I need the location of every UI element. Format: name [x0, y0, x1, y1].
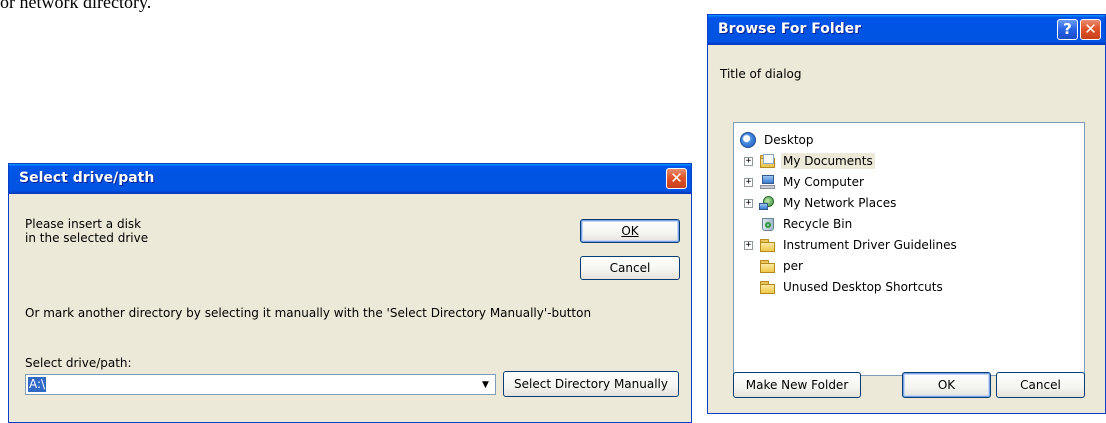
cancel-button[interactable]: Cancel [580, 256, 680, 280]
drive-path-value: A:\ [28, 377, 47, 392]
cancel-button-label: Cancel [609, 261, 651, 275]
make-new-folder-button[interactable]: Make New Folder [733, 372, 861, 398]
tree-item-label: Desktop [764, 133, 814, 147]
ok-button-label: OK [937, 378, 956, 392]
close-button[interactable]: ✕ [1080, 19, 1101, 40]
folder-icon [759, 258, 777, 274]
tree-item-desktop[interactable]: Desktop [740, 130, 816, 150]
select-drive-path-dialog: Select drive/path ✕ Please insert a disk… [8, 163, 692, 423]
background-document-text: or network directory. [0, 0, 152, 12]
tree-item-unused-desktop-shortcuts[interactable]: Unused Desktop Shortcuts [744, 277, 945, 297]
tree-item-label: Recycle Bin [783, 217, 853, 231]
recycle-bin-icon [759, 216, 777, 232]
tree-item-my-computer[interactable]: + My Computer [744, 172, 866, 192]
folder-icon [759, 237, 777, 253]
tree-item-label: My Computer [783, 175, 864, 189]
dialog-title: Select drive/path [19, 170, 155, 186]
ok-button[interactable]: OK [580, 219, 680, 243]
tree-item-label: Instrument Driver Guidelines [783, 238, 957, 252]
dialog-title: Browse For Folder [718, 21, 862, 37]
my-computer-icon [759, 174, 777, 190]
tree-item-label: per [783, 259, 803, 273]
dropdown-arrow-icon[interactable]: ▼ [477, 376, 494, 393]
tree-item-label: My Documents [781, 153, 875, 169]
make-new-folder-label: Make New Folder [745, 378, 849, 392]
network-places-icon [759, 195, 777, 211]
tree-item-label: Unused Desktop Shortcuts [783, 280, 943, 294]
path-label: Select drive/path: [25, 356, 132, 370]
tree-item-my-documents[interactable]: + My Documents [744, 151, 875, 171]
ok-button-label: OK [621, 224, 639, 238]
insert-disk-message-line1: Please insert a disk [25, 217, 142, 231]
tree-item-instrument-driver-guidelines[interactable]: + Instrument Driver Guidelines [744, 235, 959, 255]
cancel-button-label: Cancel [1020, 378, 1061, 392]
my-documents-icon [759, 153, 777, 169]
select-directory-manually-button[interactable]: Select Directory Manually [503, 371, 679, 397]
expand-icon[interactable]: + [744, 240, 753, 250]
cancel-button[interactable]: Cancel [996, 372, 1085, 398]
close-icon: ✕ [1084, 20, 1097, 38]
expand-icon[interactable]: + [744, 177, 753, 187]
tree-item-per[interactable]: per [744, 256, 805, 276]
expand-icon[interactable]: + [744, 198, 753, 208]
insert-disk-message-line2: in the selected drive [25, 231, 149, 245]
folder-tree[interactable]: Desktop + My Documents + My Computer + M… [733, 122, 1085, 376]
expand-icon[interactable]: + [744, 156, 753, 166]
browse-for-folder-dialog: Browse For Folder ? ✕ Title of dialog De… [707, 14, 1106, 414]
dialog-subtitle: Title of dialog [720, 67, 802, 81]
close-button[interactable]: ✕ [666, 168, 687, 189]
drive-path-combobox[interactable]: A:\ ▼ [25, 374, 496, 395]
close-icon: ✕ [670, 169, 683, 187]
tree-item-label: My Network Places [783, 196, 897, 210]
select-directory-manually-label: Select Directory Manually [514, 377, 668, 391]
instruction-text: Or mark another directory by selecting i… [25, 306, 592, 320]
folder-icon [759, 279, 777, 295]
title-bar[interactable]: Select drive/path ✕ [9, 164, 691, 194]
tree-item-recycle-bin[interactable]: Recycle Bin [744, 214, 854, 234]
help-button[interactable]: ? [1057, 19, 1078, 40]
title-bar[interactable]: Browse For Folder ? ✕ [708, 15, 1105, 45]
ok-button[interactable]: OK [902, 372, 991, 398]
help-icon: ? [1063, 20, 1072, 38]
tree-item-my-network-places[interactable]: + My Network Places [744, 193, 898, 213]
desktop-icon [740, 132, 758, 148]
